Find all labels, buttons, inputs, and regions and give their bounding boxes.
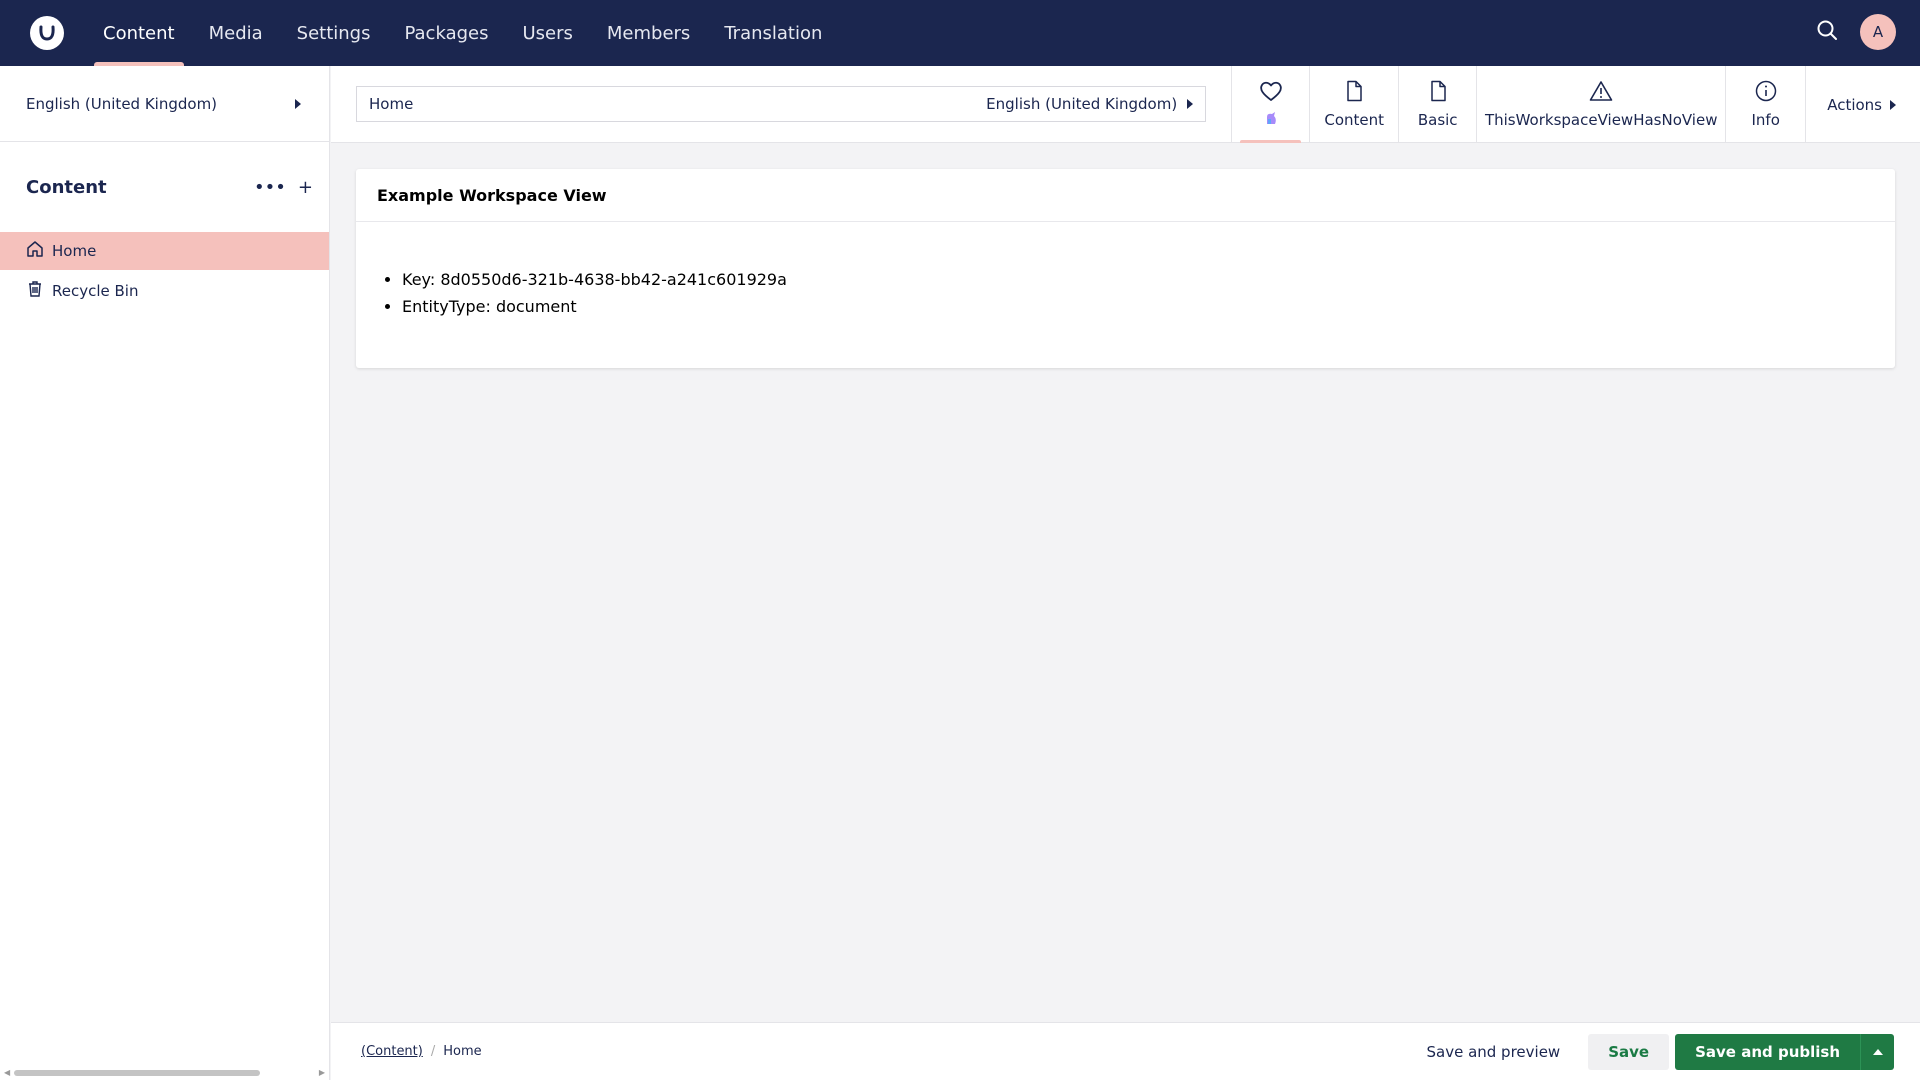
- variant-label: English (United Kingdom): [986, 95, 1178, 113]
- tree-item-home[interactable]: Home: [0, 232, 329, 270]
- avatar[interactable]: A: [1860, 14, 1896, 50]
- save-and-publish-button[interactable]: Save and publish: [1675, 1033, 1894, 1070]
- view-basic[interactable]: Basic: [1398, 66, 1476, 143]
- document-icon: [1344, 80, 1364, 106]
- actions-menu[interactable]: Actions: [1805, 66, 1920, 143]
- workspace-view-card: Example Workspace View Key: 8d0550d6-321…: [356, 169, 1895, 368]
- view-label: ThisWorkspaceViewHasNoView: [1484, 111, 1718, 129]
- search-icon[interactable]: [1816, 19, 1838, 45]
- breadcrumb-root-link[interactable]: (Content): [361, 1044, 423, 1059]
- caret-right-icon: [1890, 99, 1896, 110]
- nav-users[interactable]: Users: [505, 0, 589, 66]
- save-and-preview-button[interactable]: Save and preview: [1404, 1034, 1582, 1070]
- tree-header: Content ••• +: [0, 142, 329, 232]
- culture-label: English (United Kingdom): [26, 94, 218, 113]
- more-options-icon[interactable]: •••: [254, 177, 286, 198]
- breadcrumb-separator: /: [430, 1044, 436, 1059]
- nav-content[interactable]: Content: [86, 0, 192, 66]
- workspace-footer: (Content) / Home Save and preview Save S…: [331, 1022, 1920, 1080]
- document-name-input[interactable]: Home English (United Kingdom): [356, 86, 1207, 122]
- save-button[interactable]: Save: [1588, 1033, 1670, 1070]
- nav-members[interactable]: Members: [590, 0, 707, 66]
- umbraco-logo-icon[interactable]: [30, 16, 64, 50]
- nav-packages[interactable]: Packages: [387, 0, 505, 66]
- add-icon[interactable]: +: [298, 177, 313, 198]
- nav-settings[interactable]: Settings: [280, 0, 388, 66]
- card-title: Example Workspace View: [356, 169, 1895, 222]
- tree-title: Content: [26, 176, 107, 198]
- info-icon: [1755, 80, 1777, 106]
- view-info[interactable]: Info: [1725, 66, 1805, 143]
- scroll-right-icon[interactable]: ▶: [319, 1068, 325, 1077]
- section-nav: Content Media Settings Packages Users Me…: [86, 0, 839, 66]
- caret-up-icon: [1872, 1048, 1883, 1055]
- list-item: Key: 8d0550d6-321b-4638-bb42-a241c601929…: [402, 266, 1895, 293]
- scroll-left-icon[interactable]: ◀: [4, 1068, 10, 1077]
- heart-icon: [1259, 80, 1283, 106]
- document-name: Home: [369, 95, 414, 113]
- publish-options-toggle[interactable]: [1860, 1033, 1894, 1070]
- breadcrumb: (Content) / Home: [361, 1044, 482, 1059]
- home-icon: [26, 240, 44, 262]
- unicorn-icon: [1263, 111, 1279, 129]
- caret-right-icon: [1187, 99, 1194, 109]
- nav-media[interactable]: Media: [192, 0, 280, 66]
- tree-item-recycle-bin[interactable]: Recycle Bin: [0, 272, 329, 310]
- tree-item-label: Recycle Bin: [52, 282, 139, 300]
- list-item: EntityType: document: [402, 293, 1895, 320]
- workspace-views: Content Basic ThisWorkspaceViewHasNoView…: [1231, 66, 1920, 143]
- caret-right-icon: [295, 98, 301, 109]
- trash-icon: [26, 280, 44, 302]
- view-no-view[interactable]: ThisWorkspaceViewHasNoView: [1476, 66, 1725, 143]
- save-and-publish-label[interactable]: Save and publish: [1675, 1034, 1860, 1070]
- view-label: Basic: [1417, 111, 1458, 129]
- view-label: Content: [1324, 111, 1385, 129]
- workspace-header: Home English (United Kingdom) Content Ba…: [331, 66, 1920, 143]
- actions-label: Actions: [1827, 95, 1882, 114]
- document-icon: [1428, 80, 1448, 106]
- top-bar: Content Media Settings Packages Users Me…: [0, 0, 1920, 66]
- view-label: Info: [1751, 111, 1780, 129]
- sidebar: English (United Kingdom) Content ••• + H…: [0, 66, 330, 1080]
- culture-selector[interactable]: English (United Kingdom): [0, 66, 329, 142]
- alert-icon: [1589, 80, 1613, 106]
- horizontal-scrollbar[interactable]: [14, 1070, 260, 1076]
- breadcrumb-current: Home: [443, 1044, 482, 1059]
- entity-info-list: Key: 8d0550d6-321b-4638-bb42-a241c601929…: [402, 266, 1895, 320]
- variant-selector[interactable]: English (United Kingdom): [986, 95, 1194, 113]
- view-example[interactable]: [1231, 66, 1309, 143]
- nav-translation[interactable]: Translation: [707, 0, 839, 66]
- view-content[interactable]: Content: [1309, 66, 1398, 143]
- tree-item-label: Home: [52, 242, 97, 260]
